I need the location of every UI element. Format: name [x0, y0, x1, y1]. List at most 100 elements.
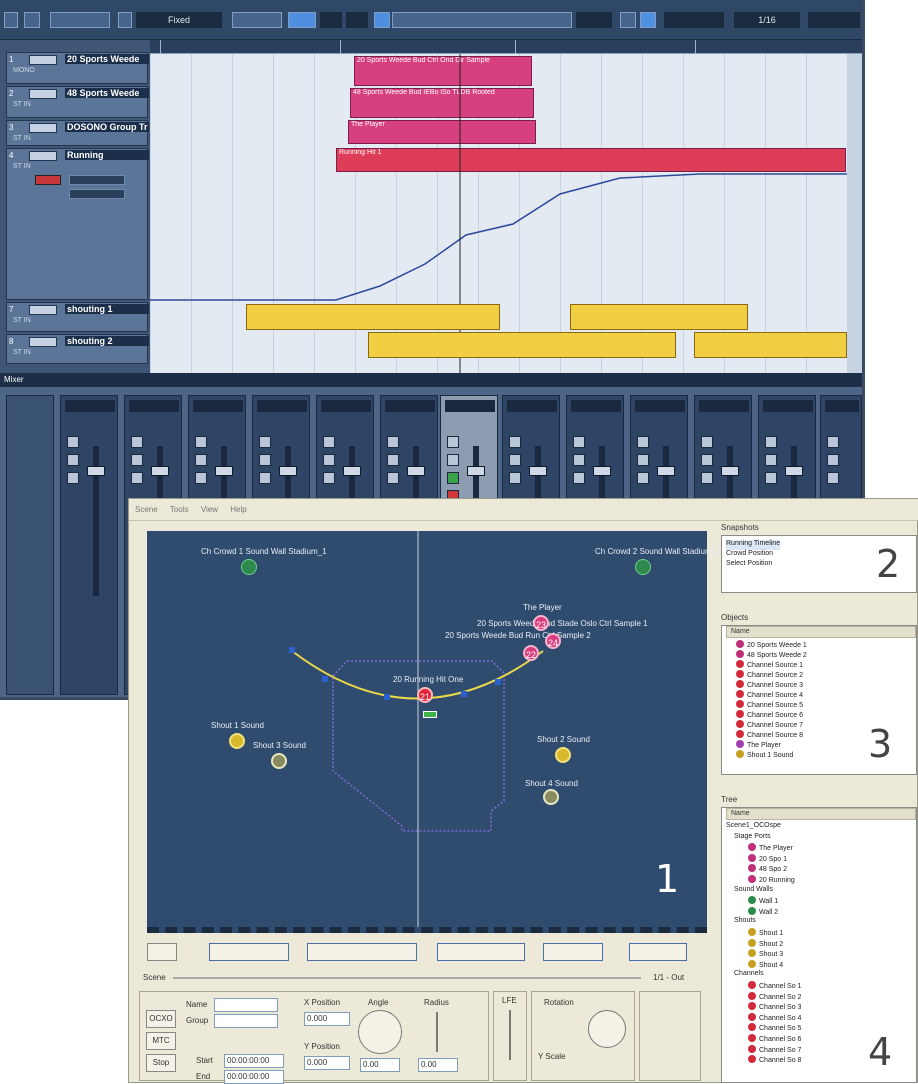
grey-right-node[interactable]	[543, 789, 559, 805]
constrain-delay-button[interactable]	[24, 12, 40, 28]
view-toggle-group[interactable]	[50, 12, 110, 28]
tree-row[interactable]: Channel So 5	[748, 1023, 801, 1033]
object-row[interactable]: Channel Source 7	[736, 720, 803, 730]
stop-button[interactable]	[320, 12, 342, 28]
snapshots-list[interactable]: Running Timeline Crowd Position Select P…	[721, 535, 917, 593]
zoom-tools[interactable]	[209, 943, 289, 961]
track-row[interactable]: 2 48 Sports Weede ST IN	[6, 86, 149, 118]
audio-event-shouting-2[interactable]	[368, 332, 676, 358]
object-row[interactable]: Channel Source 8	[736, 730, 803, 740]
track-name[interactable]: shouting 2	[65, 336, 149, 346]
audio-event-shouting-1[interactable]	[570, 304, 748, 330]
object-row[interactable]: The Player	[736, 740, 781, 750]
quantize-preset[interactable]	[808, 12, 860, 28]
track-row[interactable]: 7 shouting 1 ST IN	[6, 302, 149, 332]
tree-row[interactable]: Channel So 6	[748, 1034, 801, 1044]
tree-row[interactable]: Channel So 7	[748, 1044, 801, 1055]
tree-row[interactable]: The Player	[748, 843, 793, 853]
menu-tools[interactable]: Tools	[170, 505, 189, 514]
activate-project-button[interactable]	[4, 12, 18, 28]
tree-row[interactable]: Channel So 1	[748, 981, 801, 991]
timeline-ruler[interactable]	[150, 40, 862, 54]
timecode-display[interactable]	[437, 943, 525, 961]
track-row[interactable]: 3 DOSONO Group Tr ST IN	[6, 120, 149, 146]
automation-param-select[interactable]	[69, 175, 125, 185]
object-select-tool[interactable]	[374, 12, 390, 28]
edit-buttons[interactable]	[629, 943, 687, 961]
tree-row[interactable]: Channel So 2	[748, 991, 801, 1002]
track-name[interactable]: DOSONO Group Tr	[65, 122, 149, 132]
shout-left-node[interactable]	[229, 733, 245, 749]
track-row-running[interactable]: 4 Running ST IN	[6, 148, 149, 300]
snapshot-item[interactable]: Select Position	[726, 560, 772, 570]
snap-icon[interactable]	[620, 12, 636, 28]
tree-row[interactable]: Stage Ports	[734, 833, 771, 843]
tree-row[interactable]: Shouts	[734, 917, 756, 927]
x-position-field[interactable]: 0.000	[304, 1012, 350, 1026]
mute-solo-buttons[interactable]	[29, 123, 57, 133]
running-node[interactable]: 21	[417, 687, 433, 703]
crowd-left-node[interactable]	[241, 559, 257, 575]
mute-solo-buttons[interactable]	[29, 55, 57, 65]
automation-mode-select[interactable]: Fixed	[136, 12, 222, 28]
grid-select[interactable]	[664, 12, 724, 28]
object-row[interactable]: 20 Sports Weede 1	[736, 640, 807, 650]
track-name[interactable]: Running	[65, 150, 149, 160]
object-row[interactable]: 48 Sports Weede 2	[736, 650, 807, 660]
snapshot-item[interactable]: Running Timeline	[726, 540, 781, 550]
record-play-buttons[interactable]	[543, 943, 603, 961]
mixer-common-panel[interactable]	[6, 395, 54, 695]
tree-row[interactable]: 48 Spo 2	[748, 864, 787, 874]
arrange-window[interactable]: 20 Sports Weede Bud Ctrl Orid Dir Sample…	[150, 54, 847, 373]
audio-event-shouting-1[interactable]	[246, 304, 500, 330]
track-row[interactable]: 8 shouting 2 ST IN	[6, 334, 149, 364]
shape-tools[interactable]	[307, 943, 417, 961]
tree-row[interactable]: Shout 2	[748, 938, 783, 949]
radius-slider[interactable]	[436, 1012, 438, 1052]
angle-field[interactable]: 0.00	[360, 1058, 400, 1072]
cycle-button[interactable]	[288, 12, 316, 28]
crowd-right-node[interactable]	[635, 559, 651, 575]
tree-row[interactable]: 20 Running	[748, 875, 795, 885]
tree-row[interactable]: 20 Spo 1	[748, 853, 787, 864]
source-node[interactable]: 22	[523, 645, 539, 661]
angle-knob[interactable]	[358, 1010, 402, 1054]
snapshot-item[interactable]: Crowd Position	[726, 550, 773, 560]
mute-solo-buttons[interactable]	[29, 151, 57, 161]
rotation-knob[interactable]	[588, 1010, 626, 1048]
tree-row[interactable]: Channel So 8	[748, 1055, 801, 1065]
radius-field[interactable]: 0.00	[418, 1058, 458, 1072]
arrange-scrollbar[interactable]	[847, 54, 862, 373]
play-button[interactable]	[346, 12, 368, 28]
mute-solo-buttons[interactable]	[29, 305, 57, 315]
objects-table[interactable]: Name 20 Sports Weede 1 48 Sports Weede 2 C…	[721, 625, 917, 775]
y-position-field[interactable]: 0.000	[304, 1056, 350, 1070]
quantize-select[interactable]: 1/16	[734, 12, 800, 28]
audio-event-shouting-2[interactable]	[694, 332, 847, 358]
stop-button[interactable]: Stop	[146, 1054, 176, 1072]
tree-row[interactable]: Wall 2	[748, 906, 778, 917]
snap-mode-select[interactable]	[576, 12, 612, 28]
lfe-slider[interactable]	[509, 1010, 511, 1060]
mute-solo-buttons[interactable]	[29, 89, 57, 99]
mtc-button[interactable]: MTC	[146, 1032, 176, 1050]
tree-row[interactable]: Shout 3	[748, 949, 783, 959]
player-node[interactable]: 23	[533, 615, 549, 631]
automation-mode-icon[interactable]	[118, 12, 132, 28]
stage-mode-button[interactable]	[147, 943, 177, 961]
tree-row[interactable]: Scene1_OCOspe	[726, 822, 781, 832]
object-row[interactable]: Shout 1 Sound	[736, 750, 793, 760]
track-name[interactable]: 20 Sports Weede	[65, 54, 149, 64]
ocxo-button[interactable]: OCXO	[146, 1010, 176, 1028]
object-row[interactable]: Channel Source 3	[736, 680, 803, 690]
spatial-stage[interactable]: Ch Crowd 1 Sound Wall Stadium_1 Ch Crowd…	[147, 531, 721, 933]
tree-row[interactable]: Channels	[734, 970, 764, 980]
grid-type-button[interactable]	[640, 12, 656, 28]
name-field[interactable]	[214, 998, 278, 1012]
menu-help[interactable]: Help	[230, 505, 246, 514]
object-row[interactable]: Channel Source 6	[736, 710, 803, 720]
scene-tree[interactable]: Name Scene1_OCOspe Stage Ports The Player 2…	[721, 807, 917, 1083]
track-row[interactable]: 1 20 Sports Weede MONO	[6, 52, 149, 84]
scene-slider[interactable]	[173, 977, 641, 979]
end-field[interactable]: 00:00:00:00	[224, 1070, 284, 1084]
